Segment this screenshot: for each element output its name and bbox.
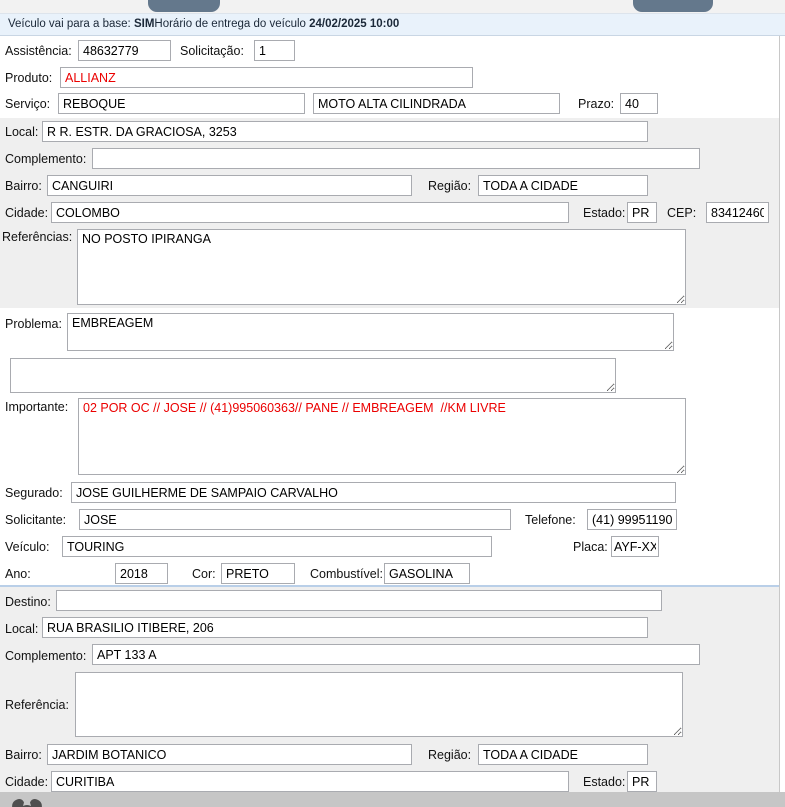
destino-bairro-input[interactable] — [47, 744, 412, 765]
solicitacao-input[interactable] — [254, 40, 295, 61]
destino-estado-input[interactable] — [627, 771, 657, 792]
destino-regiao-label: Região: — [428, 748, 472, 762]
combustivel-label: Combustível: — [310, 567, 383, 581]
observacao-textarea[interactable] — [10, 358, 616, 393]
veiculo-label: Veículo: — [5, 540, 50, 554]
servico-label: Serviço: — [5, 97, 51, 111]
base-answer-value: SIM — [133, 18, 155, 30]
destino-local-input[interactable] — [42, 617, 648, 638]
importante-label: Importante: — [5, 400, 69, 414]
bottom-toolbar — [0, 792, 785, 807]
destino-local-label: Local: — [5, 622, 39, 636]
destino-complemento-input[interactable] — [92, 644, 700, 665]
destino-referencia-textarea[interactable] — [75, 672, 683, 737]
top-toolbar — [0, 0, 785, 13]
referencias-label: Referências: — [2, 230, 73, 244]
segurado-label: Segurado: — [5, 486, 63, 500]
origem-estado-input[interactable] — [627, 202, 657, 223]
destino-cidade-input[interactable] — [51, 771, 569, 792]
origem-bairro-label: Bairro: — [5, 179, 42, 193]
prazo-label: Prazo: — [578, 97, 615, 111]
origem-estado-label: Estado: — [583, 206, 626, 220]
origem-cidade-input[interactable] — [51, 202, 569, 223]
delivery-time-value: 24/02/2025 10:00 — [309, 18, 400, 30]
assistencia-input[interactable] — [78, 40, 171, 61]
problema-label: Problema: — [5, 317, 62, 331]
origem-cep-input[interactable] — [706, 202, 769, 223]
phone-icon[interactable] — [10, 796, 44, 807]
segurado-input[interactable] — [71, 482, 676, 503]
destino-bairro-label: Bairro: — [5, 748, 42, 762]
origem-local-label: Local: — [5, 125, 39, 139]
servico-input[interactable] — [58, 93, 305, 114]
content-right-border — [779, 36, 780, 792]
importante-textarea[interactable] — [78, 398, 686, 475]
top-right-button[interactable] — [633, 0, 713, 12]
section-separator — [0, 585, 779, 587]
produto-label: Produto: — [5, 71, 53, 85]
origem-cidade-label: Cidade: — [5, 206, 49, 220]
placa-label: Placa: — [573, 540, 608, 554]
origem-cep-label: CEP: — [667, 206, 697, 220]
prazo-input[interactable] — [620, 93, 658, 114]
solicitante-input[interactable] — [79, 509, 511, 530]
placa-input[interactable] — [611, 536, 659, 557]
origem-local-input[interactable] — [42, 121, 648, 142]
top-left-button[interactable] — [148, 0, 220, 12]
servico-tipo-input[interactable] — [313, 93, 560, 114]
veiculo-input[interactable] — [62, 536, 492, 557]
base-question-label: Veículo vai para a base: — [8, 18, 134, 30]
destino-referencia-label: Referência: — [5, 698, 69, 712]
ano-label: Ano: — [5, 567, 31, 581]
solicitante-label: Solicitante: — [5, 513, 67, 527]
origem-complemento-label: Complemento: — [5, 152, 87, 166]
destino-cidade-label: Cidade: — [5, 775, 49, 789]
origem-bairro-input[interactable] — [47, 175, 412, 196]
origem-complemento-input[interactable] — [92, 148, 700, 169]
destino-input[interactable] — [56, 590, 662, 611]
destino-label: Destino: — [5, 595, 51, 609]
destino-complemento-label: Complemento: — [5, 649, 87, 663]
delivery-time-label: Horário de entrega do veículo — [154, 18, 310, 30]
assistencia-label: Assistência: — [5, 44, 72, 58]
telefone-label: Telefone: — [525, 513, 576, 527]
assistance-dispatch-form: Veículo vai para a base: SIMHorário de e… — [0, 0, 785, 807]
telefone-input[interactable] — [587, 509, 677, 530]
solicitacao-label: Solicitação: — [180, 44, 244, 58]
destino-regiao-input[interactable] — [478, 744, 648, 765]
cor-label: Cor: — [192, 567, 216, 581]
referencias-textarea[interactable] — [77, 229, 686, 305]
problema-textarea[interactable] — [67, 313, 674, 351]
origem-regiao-input[interactable] — [478, 175, 648, 196]
ano-input[interactable] — [115, 563, 168, 584]
combustivel-input[interactable] — [384, 563, 470, 584]
cor-input[interactable] — [221, 563, 295, 584]
destino-estado-label: Estado: — [583, 775, 626, 789]
vehicle-base-info-bar: Veículo vai para a base: SIMHorário de e… — [0, 13, 785, 36]
origem-regiao-label: Região: — [428, 179, 472, 193]
produto-input[interactable] — [60, 67, 473, 88]
